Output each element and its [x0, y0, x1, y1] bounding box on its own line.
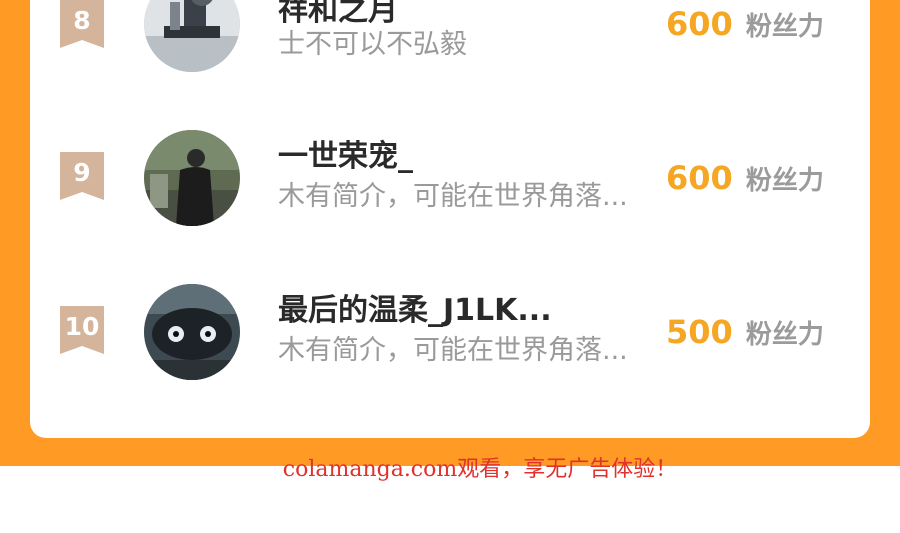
user-bio: 木有简介，可能在世界角落... [278, 181, 628, 212]
site-watermark: colamanga.com观看，享无广告体验！ [282, 457, 678, 482]
ranking-row[interactable]: 9 一世荣宠_ 木有简介，可能在世界角落... 600 粉丝力 [30, 128, 870, 228]
page: 8 祥和之月 士不可以不弘毅 600 粉丝力 9 一世荣宠_ 木有简介，可能在世… [0, 0, 900, 533]
ranking-card: 8 祥和之月 士不可以不弘毅 600 粉丝力 9 一世荣宠_ 木有简介，可能在世… [30, 0, 870, 438]
user-name[interactable]: 最后的温柔_J1LK... [278, 292, 552, 330]
ranking-row[interactable]: 10 最后的温柔_J1LK... 木有简介，可能在世界角落... 500 粉丝力 [30, 282, 870, 382]
fans-power: 600 粉丝力 [666, 4, 824, 50]
fans-unit: 粉丝力 [745, 320, 824, 350]
fans-power: 500 粉丝力 [666, 312, 824, 358]
fans-value: 600 [666, 5, 733, 43]
rank-badge: 10 [60, 306, 104, 354]
user-bio: 士不可以不弘毅 [278, 29, 467, 60]
avatar[interactable] [144, 284, 240, 380]
user-name[interactable]: 一世荣宠_ [278, 138, 413, 176]
avatar[interactable] [144, 130, 240, 226]
fans-unit: 粉丝力 [745, 12, 824, 42]
rank-badge: 9 [60, 152, 104, 200]
rank-number: 10 [64, 312, 100, 341]
user-name[interactable]: 祥和之月 [278, 0, 398, 30]
ranking-row[interactable]: 8 祥和之月 士不可以不弘毅 600 粉丝力 [30, 0, 870, 80]
rank-number: 8 [73, 6, 91, 35]
microscope-photo-avatar-icon [144, 0, 240, 72]
user-bio: 木有简介，可能在世界角落... [278, 335, 628, 366]
avatar[interactable] [144, 0, 240, 72]
dark-creature-photo-avatar-icon [144, 284, 240, 380]
fans-value: 600 [666, 159, 733, 197]
fans-unit: 粉丝力 [745, 166, 824, 196]
fans-value: 500 [666, 313, 733, 351]
rank-number: 9 [73, 158, 91, 187]
person-in-black-photo-avatar-icon [144, 130, 240, 226]
rank-badge: 8 [60, 0, 104, 48]
fans-power: 600 粉丝力 [666, 158, 824, 204]
